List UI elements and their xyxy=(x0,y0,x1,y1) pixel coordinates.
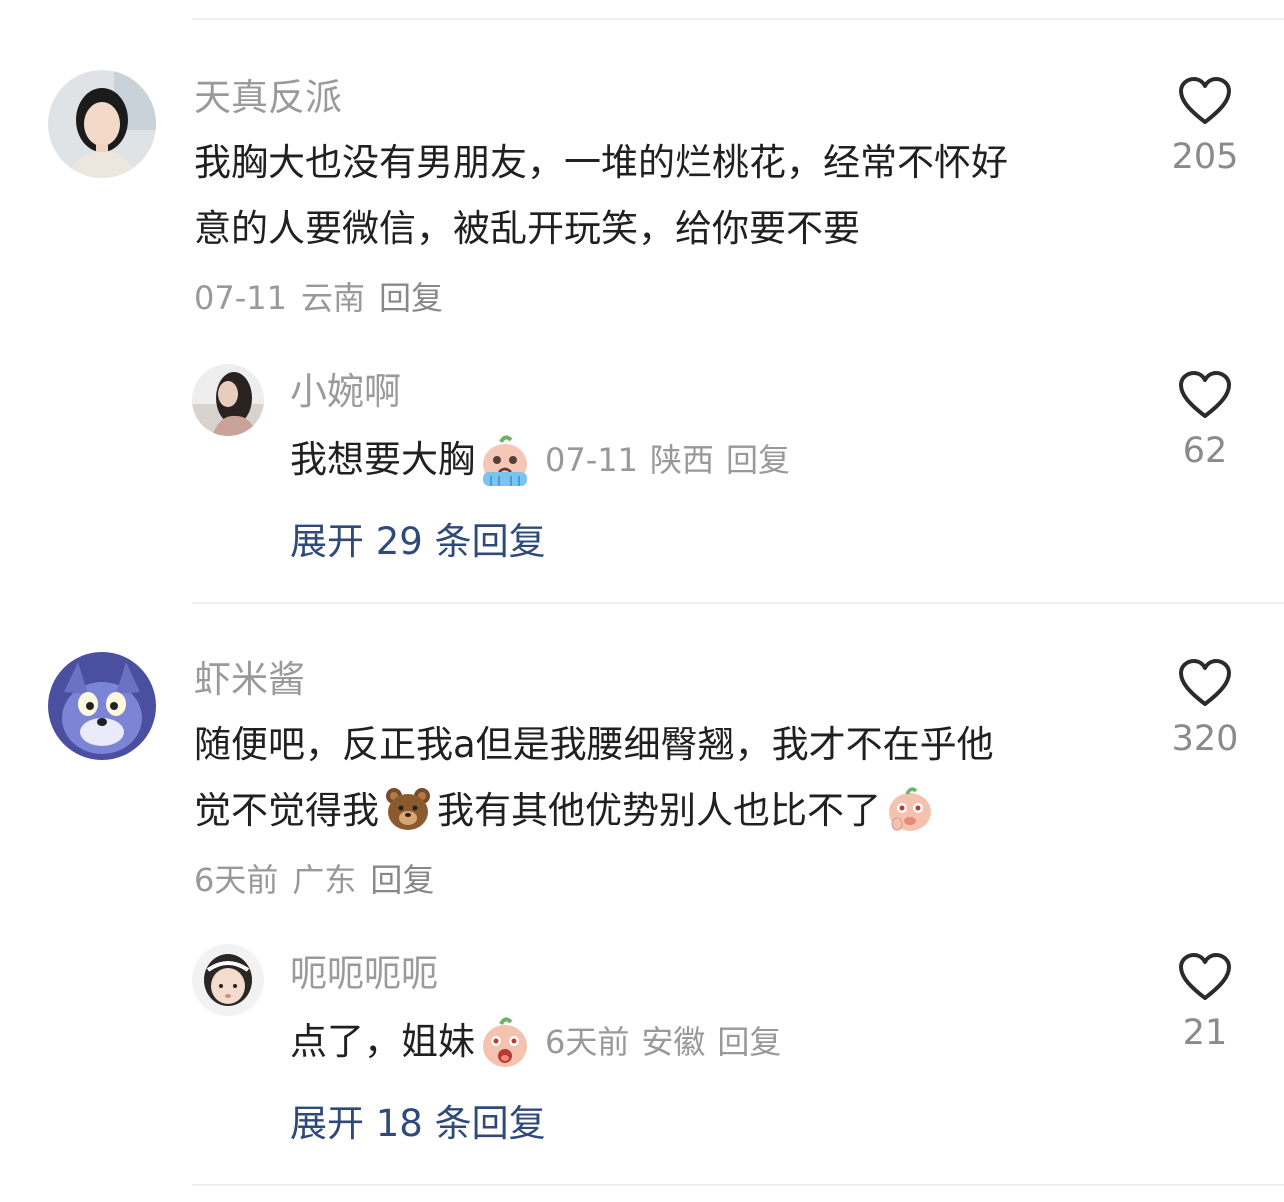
like-count: 320 xyxy=(1171,719,1239,759)
comment-text-part: 我有其他优势别人也比不了 xyxy=(437,789,881,832)
reply-button[interactable]: 回复 xyxy=(370,861,434,899)
heart-icon xyxy=(1179,77,1231,124)
like-button[interactable]: 205 xyxy=(1155,76,1255,178)
crying-emoji-icon xyxy=(483,435,527,486)
reply-location: 陕西 xyxy=(649,441,714,479)
comment-date: 07-11 xyxy=(194,279,287,317)
expand-replies-button[interactable]: 展开 29 条回复 xyxy=(290,520,546,564)
like-button[interactable]: 62 xyxy=(1155,370,1255,472)
comment-location: 广东 xyxy=(292,861,357,899)
divider xyxy=(192,18,1284,20)
reply-row: 我想要大胸 07-11 陕西 回复 xyxy=(290,432,790,488)
reply-date: 07-11 xyxy=(545,441,638,479)
smug-emoji-icon xyxy=(889,786,931,831)
comment-meta: 07-11 云南 回复 xyxy=(194,278,457,318)
reply-button[interactable]: 回复 xyxy=(717,1018,781,1066)
reply-username[interactable]: 小婉啊 xyxy=(290,370,401,414)
avatar[interactable] xyxy=(192,944,264,1016)
reply-text: 点了，姐妹 xyxy=(290,1020,475,1063)
comment-text: 我胸大也没有男朋友，一堆的烂桃花，经常不怀好 意的人要微信，被乱开玩笑，给你要不… xyxy=(194,130,1008,262)
comment-date: 6天前 xyxy=(194,861,279,899)
reply-button[interactable]: 回复 xyxy=(379,279,443,317)
avatar[interactable] xyxy=(48,70,156,178)
reply-row: 点了，姐妹 6天前 安徽 回复 xyxy=(290,1014,781,1070)
comment-meta: 6天前 广东 回复 xyxy=(194,860,448,900)
heart-icon xyxy=(1179,953,1231,1000)
like-count: 62 xyxy=(1182,431,1228,471)
like-count: 21 xyxy=(1182,1013,1228,1053)
heart-icon xyxy=(1179,371,1231,418)
shocked-emoji-icon xyxy=(483,1017,527,1067)
like-button[interactable]: 320 xyxy=(1155,658,1255,760)
comment-username[interactable]: 天真反派 xyxy=(194,76,342,120)
expand-replies-button[interactable]: 展开 18 条回复 xyxy=(290,1102,546,1146)
comment-text-line: 觉不觉得我 我有其他优势别人也比不了 xyxy=(194,778,994,844)
comment-text: 随便吧，反正我a但是我腰细臀翘，我才不在乎他 觉不觉得我 我有其他优势别人也比不… xyxy=(194,712,994,844)
divider xyxy=(192,602,1284,604)
comment-text-part: 觉不觉得我 xyxy=(194,789,379,832)
comment-text-line: 意的人要微信，被乱开玩笑，给你要不要 xyxy=(194,207,860,250)
reply-location: 安徽 xyxy=(641,1023,706,1061)
avatar[interactable] xyxy=(192,364,264,436)
reply-username[interactable]: 呃呃呃呃 xyxy=(290,952,438,996)
comment-text-line: 随便吧，反正我a但是我腰细臀翘，我才不在乎他 xyxy=(194,723,994,766)
comment-text-line: 我胸大也没有男朋友，一堆的烂桃花，经常不怀好 xyxy=(194,141,1008,184)
reply-button[interactable]: 回复 xyxy=(726,436,790,484)
comment-username[interactable]: 虾米酱 xyxy=(194,658,305,702)
comment-location: 云南 xyxy=(300,279,365,317)
reply-date: 6天前 xyxy=(545,1023,630,1061)
reply-text: 我想要大胸 xyxy=(290,438,475,481)
like-count: 205 xyxy=(1171,137,1239,177)
bear-emoji-icon xyxy=(386,787,430,830)
avatar[interactable] xyxy=(48,652,156,760)
divider xyxy=(192,1184,1284,1186)
like-button[interactable]: 21 xyxy=(1155,952,1255,1054)
heart-icon xyxy=(1179,659,1231,706)
